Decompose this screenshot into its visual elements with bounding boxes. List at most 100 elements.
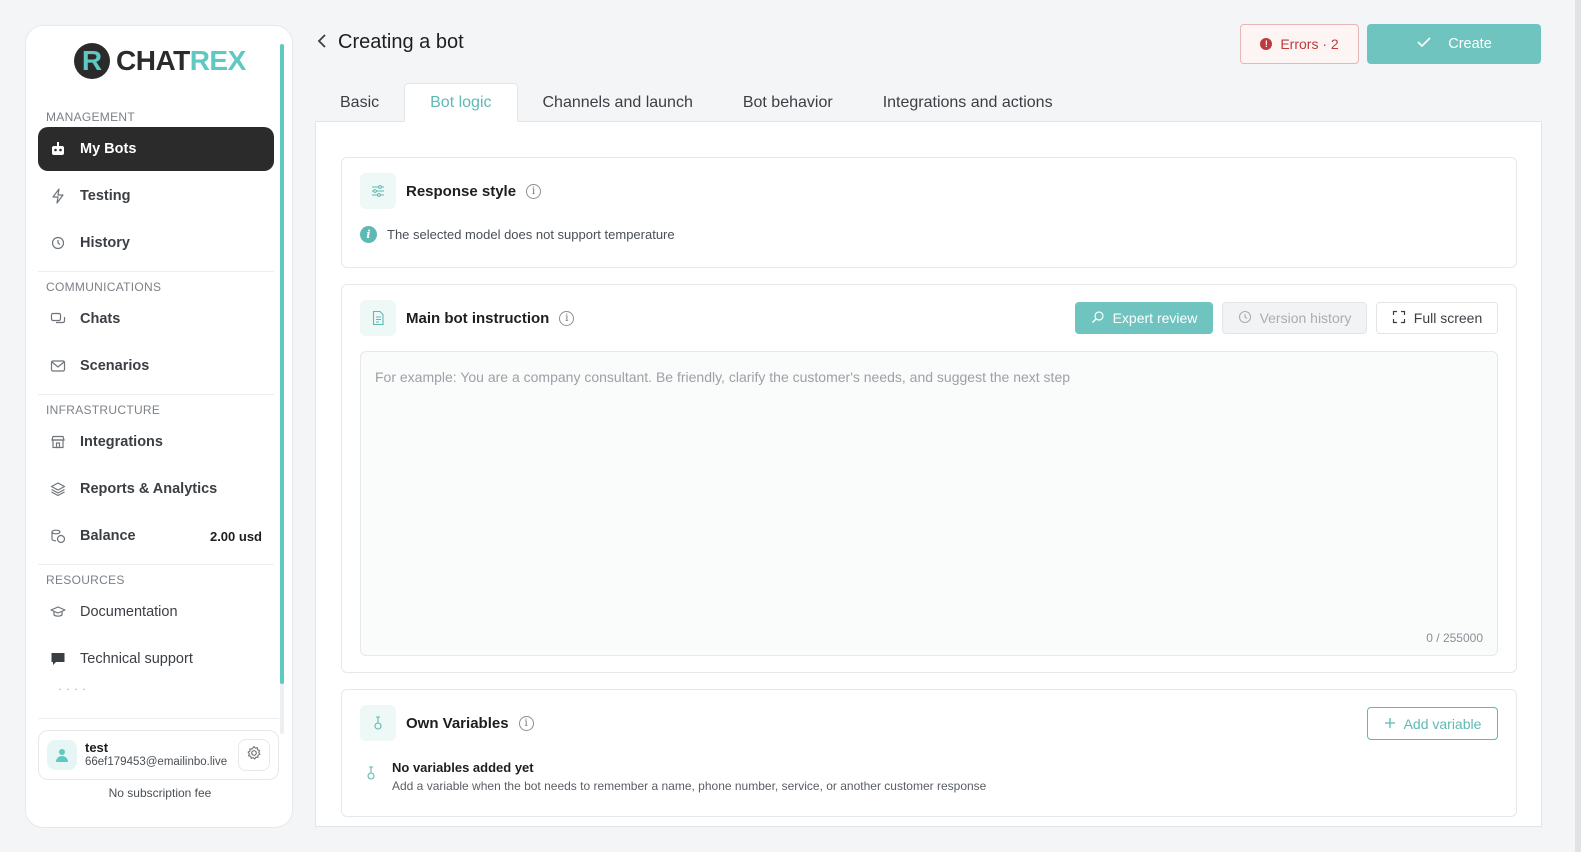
expert-review-label: Expert review (1112, 310, 1198, 326)
sidebar-item-label: Testing (80, 188, 131, 204)
sidebar-item-technical-support[interactable]: Technical support (38, 637, 274, 681)
version-history-button[interactable]: Version history (1222, 302, 1367, 334)
sidebar-item-label: Scenarios (80, 358, 150, 374)
sidebar-item-label: Reports & Analytics (80, 481, 218, 497)
sidebar-item-balance[interactable]: Balance 2.00 usd (38, 514, 274, 558)
sidebar-item-label: Technical support (80, 651, 193, 667)
main-instruction-title: Main bot instruction (406, 309, 550, 327)
tab-channels-and-launch[interactable]: Channels and launch (518, 83, 718, 122)
full-screen-label: Full screen (1413, 310, 1483, 326)
character-counter: 0 / 255000 (1426, 631, 1483, 645)
check-icon (1416, 36, 1432, 52)
tab-bot-logic[interactable]: Bot logic (404, 83, 518, 122)
logo-text-part1: CHAT (116, 45, 190, 76)
sidebar-item-label: Documentation (80, 604, 178, 620)
empty-state-title: No variables added yet (392, 760, 534, 775)
sidebar-item-label: Integrations (80, 434, 163, 450)
sidebar-item-truncated: · · · · (58, 681, 87, 696)
robot-icon (50, 141, 66, 157)
sidebar-scrollbar-thumb[interactable] (280, 44, 284, 684)
temperature-note-text: The selected model does not support temp… (387, 227, 675, 242)
error-icon: ! (1260, 38, 1273, 50)
gear-icon (246, 745, 262, 766)
magic-search-icon (1091, 310, 1105, 327)
envelope-icon (50, 358, 66, 374)
balance-value: 2.00 usd (209, 528, 262, 544)
sidebar-item-history[interactable]: History (38, 221, 274, 265)
empty-state-description: Add a variable when the bot needs to rem… (392, 779, 987, 793)
sidebar-item-testing[interactable]: Testing (38, 174, 274, 218)
full-screen-button[interactable]: Full screen (1376, 302, 1498, 334)
sidebar-item-integrations[interactable]: Integrations (38, 420, 274, 464)
chat-bubbles-icon (50, 311, 66, 327)
card-header: Own Variables i (360, 705, 534, 741)
logo-text: CHATREX (116, 45, 246, 77)
instruction-placeholder: For example: You are a company consultan… (375, 369, 1071, 385)
section-label-management: MANAGEMENT (46, 110, 136, 124)
sidebar-item-documentation[interactable]: Documentation (38, 590, 274, 634)
section-label-resources: RESOURCES (46, 573, 125, 587)
empty-state: No variables added yet Add a variable wh… (364, 760, 986, 793)
settings-button[interactable] (238, 739, 270, 771)
sidebar-item-label: My Bots (80, 141, 137, 157)
sidebar-item-my-bots[interactable]: My Bots (38, 127, 274, 171)
sidebar-item-label: Chats (80, 311, 121, 327)
card-header: Response style i (360, 173, 542, 209)
plus-icon (1384, 716, 1396, 732)
create-label: Create (1448, 36, 1492, 52)
section-label-communications: COMMUNICATIONS (46, 280, 162, 294)
sidebar-item-reports[interactable]: Reports & Analytics (38, 467, 274, 511)
tab-integrations-and-actions[interactable]: Integrations and actions (858, 83, 1078, 122)
logo-text-part2: REX (189, 45, 247, 76)
sidebar-item-label: Balance (80, 528, 136, 544)
info-icon[interactable]: i (518, 715, 534, 731)
user-avatar-icon (47, 740, 77, 770)
sidebar-item-chats[interactable]: Chats (38, 297, 274, 341)
response-style-title: Response style (406, 182, 517, 200)
sidebar-item-label: History (80, 235, 130, 251)
expand-icon (1392, 310, 1406, 327)
add-variable-label: Add variable (1403, 715, 1482, 732)
variable-icon (360, 705, 396, 741)
brand-logo[interactable]: R CHATREX (74, 43, 246, 79)
speech-bubble-icon (50, 651, 66, 667)
page-scrollbar[interactable] (1575, 0, 1581, 852)
info-icon[interactable]: i (559, 310, 575, 326)
temperature-note: i The selected model does not support te… (360, 226, 675, 243)
tab-basic[interactable]: Basic (315, 83, 404, 122)
create-button[interactable]: Create (1367, 24, 1541, 64)
logo-mark: R (74, 43, 110, 79)
sidebar-item-scenarios[interactable]: Scenarios (38, 344, 274, 388)
info-filled-icon: i (360, 226, 377, 243)
tab-bot-behavior[interactable]: Bot behavior (718, 83, 858, 122)
history-icon (50, 235, 66, 251)
instruction-textarea[interactable]: For example: You are a company consultan… (360, 351, 1498, 656)
chevron-left-icon (317, 33, 327, 54)
document-icon (360, 300, 396, 336)
own-variables-title: Own Variables (406, 714, 509, 732)
user-email: 66ef179453@emailinbo.live (85, 755, 228, 768)
response-style-card: Response style i i The selected model do… (341, 157, 1517, 268)
errors-button[interactable]: ! Errors · 2 (1240, 24, 1359, 64)
divider (38, 718, 279, 719)
back-button[interactable] (313, 32, 331, 54)
user-card[interactable]: test 66ef179453@emailinbo.live (38, 730, 279, 780)
user-name: test (85, 739, 109, 755)
main-instruction-card: Main bot instruction i Expert review Ver… (341, 284, 1517, 673)
add-variable-button[interactable]: Add variable (1367, 707, 1498, 740)
expert-review-button[interactable]: Expert review (1075, 302, 1213, 334)
graduation-cap-icon (50, 604, 66, 620)
version-history-label: Version history (1259, 310, 1352, 326)
info-icon[interactable]: i (526, 183, 542, 199)
sidebar-nav: MANAGEMENT My Bots Testing History COMMU… (38, 102, 274, 701)
storefront-icon (50, 434, 66, 450)
own-variables-card: Own Variables i Add variable No variable… (341, 689, 1517, 817)
tabs: Basic Bot logic Channels and launch Bot … (315, 83, 1078, 122)
lightning-icon (50, 188, 66, 204)
section-label-infrastructure: INFRASTRUCTURE (46, 403, 161, 417)
card-header: Main bot instruction i (360, 300, 575, 336)
clock-icon (1238, 310, 1252, 327)
coins-icon (50, 528, 66, 544)
tab-panel: Response style i i The selected model do… (315, 121, 1542, 827)
subscription-note: No subscription fee (108, 786, 212, 800)
